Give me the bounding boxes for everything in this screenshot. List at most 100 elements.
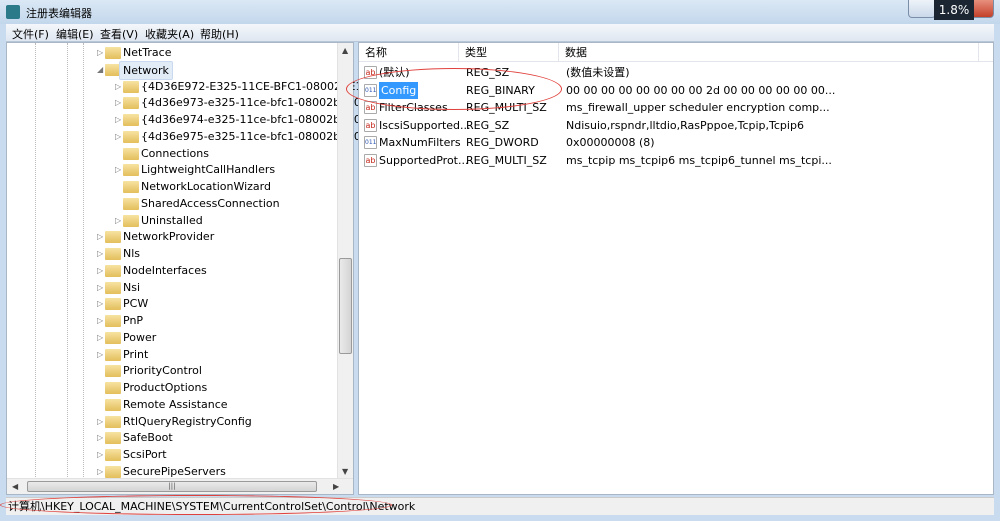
tree-item[interactable]: NetworkLocationWizard: [7, 178, 337, 195]
folder-icon: [105, 415, 121, 428]
tree-item[interactable]: ▷ Nsi: [7, 279, 337, 296]
tree-item-label: Nls: [123, 247, 141, 260]
value-row[interactable]: ab SupportedProt... REG_MULTI_SZ ms_tcpip m…: [359, 152, 993, 169]
menu-view[interactable]: 查看(V): [100, 26, 138, 42]
tree-item[interactable]: ▷ NetworkProvider: [7, 228, 337, 245]
collapsed-arrow-icon[interactable]: ▷: [97, 279, 103, 296]
tree-item-label: Power: [123, 330, 157, 344]
folder-icon: [105, 281, 121, 294]
collapsed-arrow-icon[interactable]: ▷: [97, 329, 103, 346]
tree-item[interactable]: ▷ LightweightCallHandlers: [7, 161, 337, 178]
window-title: 注册表编辑器: [26, 7, 92, 20]
collapsed-arrow-icon[interactable]: ▷: [97, 44, 103, 61]
collapsed-arrow-icon[interactable]: ▷: [115, 212, 121, 229]
tree-item[interactable]: ▷ ScsiPort: [7, 446, 337, 463]
folder-icon: [105, 331, 121, 344]
collapsed-arrow-icon[interactable]: ▷: [97, 228, 103, 245]
tree-item-label: SafeBoot: [123, 431, 173, 445]
scroll-up-icon[interactable]: ▲: [342, 46, 348, 55]
scroll-down-icon[interactable]: ▼: [342, 467, 348, 476]
title-bar: 注册表编辑器 1.8%: [0, 0, 1000, 24]
tree-item-label: Nsi: [123, 280, 141, 294]
folder-icon: [123, 214, 139, 227]
tree-item[interactable]: ▷ {4d36e973-e325-11ce-bfc1-08002be1031: [7, 94, 375, 111]
folder-icon: [105, 231, 121, 244]
collapsed-arrow-icon[interactable]: ▷: [97, 245, 103, 262]
folder-icon: [105, 264, 121, 277]
tree-item[interactable]: ▷ {4d36e974-e325-11ce-bfc1-08002be1031: [7, 111, 375, 128]
expanded-arrow-icon[interactable]: ◢: [97, 61, 103, 78]
tree-item[interactable]: ▷ Print: [7, 346, 337, 363]
value-data: 0x00000008 (8): [566, 136, 655, 149]
collapsed-arrow-icon[interactable]: ▷: [97, 295, 103, 312]
folder-icon: [105, 348, 121, 361]
collapsed-arrow-icon[interactable]: ▷: [115, 111, 121, 128]
collapsed-arrow-icon[interactable]: ▷: [115, 94, 121, 111]
menu-edit[interactable]: 编辑(E): [56, 26, 94, 42]
tree-item-label: ProductOptions: [123, 381, 208, 394]
tree-item[interactable]: ▷ {4d36e975-e325-11ce-bfc1-08002be1031: [7, 128, 375, 145]
tree-item[interactable]: ▷ Uninstalled: [7, 212, 337, 229]
baidu-watermark-url: jingyan.baidu.com: [780, 480, 891, 494]
menu-file[interactable]: 文件(F): [12, 26, 49, 42]
key-tree-pane[interactable]: ▷ NetTrace ◢ Network ▷ {4D36E972-E325-11CE-BF…: [6, 42, 377, 495]
menu-help[interactable]: 帮助(H): [200, 26, 239, 42]
scroll-thumb[interactable]: |||: [27, 481, 317, 492]
vertical-scrollbar[interactable]: ▲ ▼: [337, 43, 353, 479]
collapsed-arrow-icon[interactable]: ▷: [97, 429, 103, 446]
collapsed-arrow-icon[interactable]: ▷: [115, 161, 121, 178]
value-row[interactable]: 011 MaxNumFilters REG_DWORD 0x00000008 (8): [359, 134, 993, 151]
tree-item[interactable]: ▷ NodeInterfaces: [7, 262, 337, 279]
column-type[interactable]: 类型: [459, 43, 559, 62]
collapsed-arrow-icon[interactable]: ▷: [97, 413, 103, 430]
folder-icon: [123, 114, 139, 126]
folder-icon: [105, 398, 121, 411]
tree-item[interactable]: ▷ Nls: [7, 245, 337, 262]
tree-item[interactable]: ▷ PnP: [7, 312, 337, 329]
tree-item[interactable]: ▷ Power: [7, 329, 337, 346]
menu-favorites[interactable]: 收藏夹(A): [145, 26, 194, 42]
annotation-circle-config: [346, 68, 562, 110]
collapsed-arrow-icon[interactable]: ▷: [97, 446, 103, 463]
folder-icon: [123, 97, 139, 110]
tree-item-label: PnP: [123, 314, 144, 327]
tree-item[interactable]: ▷ NetTrace: [7, 44, 337, 61]
scroll-thumb[interactable]: [339, 258, 352, 354]
tree-item[interactable]: SharedAccessConnection: [7, 195, 337, 212]
tree-item-label: PCW: [123, 297, 149, 311]
value-type: REG_MULTI_SZ: [466, 153, 547, 167]
value-name: IscsiSupported...: [379, 118, 471, 132]
tree-item[interactable]: ▷ RtlQueryRegistryConfig: [7, 413, 337, 430]
column-data[interactable]: 数据: [559, 43, 979, 62]
collapsed-arrow-icon[interactable]: ▷: [97, 312, 103, 329]
collapsed-arrow-icon[interactable]: ▷: [115, 128, 121, 145]
tree-item-label: SharedAccessConnection: [141, 196, 280, 210]
folder-icon: [105, 465, 121, 478]
folder-icon: [105, 449, 121, 461]
collapsed-arrow-icon[interactable]: ▷: [97, 346, 103, 363]
tree-item-label: Remote Assistance: [123, 397, 228, 411]
string-value-icon: ab: [364, 153, 377, 167]
value-row[interactable]: ab IscsiSupported... REG_SZ Ndisuio,rspndr,…: [359, 117, 993, 134]
scroll-right-icon[interactable]: ▶: [333, 482, 339, 491]
scroll-left-icon[interactable]: ◀: [12, 482, 18, 491]
tree-item-label: Uninstalled: [141, 213, 203, 227]
minimize-button[interactable]: [908, 0, 936, 18]
folder-icon: [123, 147, 139, 160]
tree-item[interactable]: ▷ {4D36E972-E325-11CE-BFC1-08002BE103: [7, 78, 377, 95]
tree-item[interactable]: PriorityControl: [7, 362, 337, 379]
tree-item[interactable]: ◢ Network: [7, 60, 337, 80]
collapsed-arrow-icon[interactable]: ▷: [115, 78, 121, 95]
tree-item[interactable]: ▷ SafeBoot: [7, 429, 337, 446]
tree-item-label: Connections: [141, 146, 209, 160]
tree-item[interactable]: Connections: [7, 145, 337, 162]
tree-item[interactable]: ▷ PCW: [7, 295, 337, 312]
folder-icon: [123, 80, 139, 93]
binary-value-icon: 011: [364, 136, 377, 149]
horizontal-scrollbar[interactable]: ◀ ||| ▶: [7, 478, 353, 494]
tree-item[interactable]: ProductOptions: [7, 379, 337, 396]
column-name[interactable]: 名称: [359, 43, 459, 62]
tree-item[interactable]: Remote Assistance: [7, 396, 337, 413]
regedit-app-icon: [6, 5, 20, 19]
collapsed-arrow-icon[interactable]: ▷: [97, 262, 103, 279]
